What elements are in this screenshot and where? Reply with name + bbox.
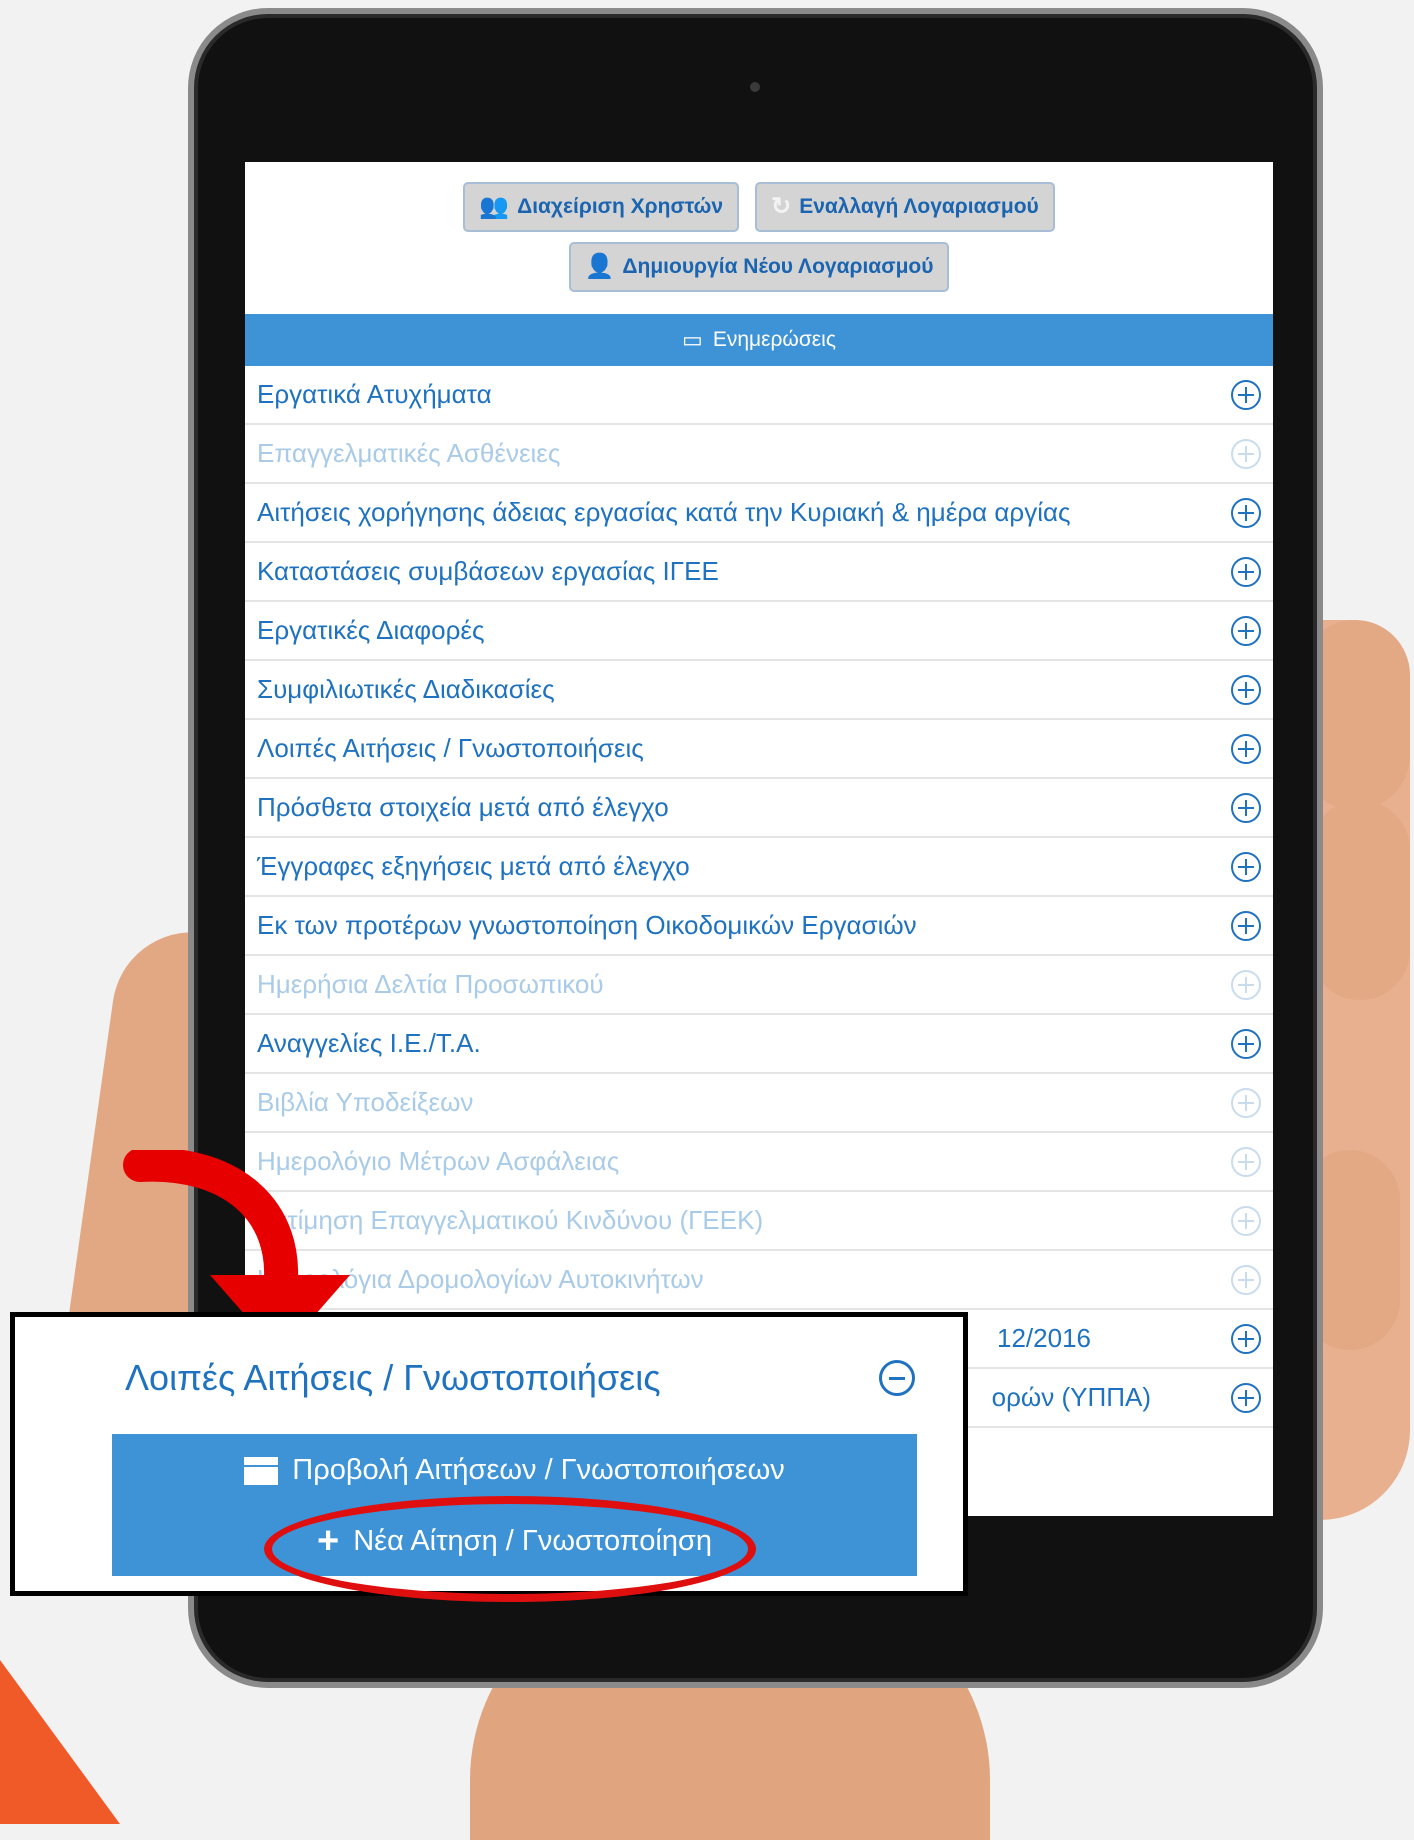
- toolbar-row-2: 👤 Δημιουργία Νέου Λογαριασμού: [245, 242, 1273, 292]
- plus-circle-icon: [1231, 1146, 1261, 1177]
- minus-circle-icon[interactable]: [879, 1360, 915, 1396]
- list-item-label: Συμφιλιωτικές Διαδικασίες: [257, 674, 555, 704]
- list-item-label: Εκ των προτέρων γνωστοποίηση Οικοδομικών…: [257, 910, 917, 940]
- plus-circle-icon[interactable]: [1231, 497, 1261, 528]
- list-item: Ημερήσια Δελτία Προσωπικού: [245, 956, 1273, 1015]
- view-requests-link[interactable]: Προβολή Αιτήσεων / Γνωστοποιήσεων: [112, 1454, 917, 1487]
- list-item[interactable]: Εργατικά Ατυχήματα: [245, 366, 1273, 425]
- list-item[interactable]: Πρόσθετα στοιχεία μετά από έλεγχο: [245, 779, 1273, 838]
- list-item[interactable]: Καταστάσεις συμβάσεων εργασίας ΙΓΕΕ: [245, 543, 1273, 602]
- plus-circle-icon[interactable]: [1231, 556, 1261, 587]
- list-item[interactable]: Εκ των προτέρων γνωστοποίηση Οικοδομικών…: [245, 897, 1273, 956]
- list-item[interactable]: Εργατικές Διαφορές: [245, 602, 1273, 661]
- list-item: Ημερολόγιο Μέτρων Ασφάλειας: [245, 1133, 1273, 1192]
- plus-circle-icon[interactable]: [1231, 910, 1261, 941]
- updates-label: Ενημερώσεις: [712, 328, 836, 351]
- list-item: Βιβλία Υποδείξεων: [245, 1074, 1273, 1133]
- add-user-icon: 👤: [584, 253, 615, 280]
- zoom-section-header[interactable]: Λοιπές Αιτήσεις / Γνωστοποιήσεις: [125, 1357, 915, 1399]
- finger: [1310, 800, 1410, 1000]
- plus-circle-icon[interactable]: [1231, 1028, 1261, 1059]
- user-management-label: Διαχείριση Χρηστών: [517, 195, 724, 218]
- list-item: Επαγγελματικές Ασθένειες: [245, 425, 1273, 484]
- view-requests-label: Προβολή Αιτήσεων / Γνωστοποιήσεων: [292, 1454, 785, 1486]
- updates-banner[interactable]: ▭ Ενημερώσεις: [245, 314, 1273, 366]
- list-item[interactable]: Λοιπές Αιτήσεις / Γνωστοποιήσεις: [245, 720, 1273, 779]
- refresh-icon: ↻: [771, 193, 792, 220]
- highlight-ellipse: [264, 1496, 756, 1602]
- list-item-label: Επαγγελματικές Ασθένειες: [257, 438, 561, 468]
- plus-circle-icon[interactable]: [1231, 1382, 1261, 1413]
- plus-circle-icon[interactable]: [1231, 379, 1261, 410]
- camera-icon: [750, 82, 760, 92]
- list-item[interactable]: Αναγγελίες Ι.Ε./Τ.Α.: [245, 1015, 1273, 1074]
- list-item-label: 12/2016: [997, 1323, 1091, 1353]
- plus-circle-icon: [1231, 969, 1261, 1000]
- list-item-label: Λοιπές Αιτήσεις / Γνωστοποιήσεις: [257, 733, 644, 763]
- orange-corner-shape: [0, 1660, 120, 1824]
- user-management-button[interactable]: 👥 Διαχείριση Χρηστών: [463, 182, 740, 232]
- plus-circle-icon[interactable]: [1231, 1323, 1261, 1354]
- list-item-label: Αναγγελίες Ι.Ε./Τ.Α.: [257, 1028, 481, 1058]
- list-item: Ημερολόγια Δρομολογίων Αυτοκινήτων: [245, 1251, 1273, 1310]
- list-item[interactable]: Έγγραφες εξηγήσεις μετά από έλεγχο: [245, 838, 1273, 897]
- list-item-label: Εργατικές Διαφορές: [257, 615, 485, 645]
- plus-circle-icon[interactable]: [1231, 615, 1261, 646]
- new-account-label: Δημιουργία Νέου Λογαριασμού: [622, 255, 934, 278]
- list-item: Εκτίμηση Επαγγελματικού Κινδύνου (ΓΕΕΚ): [245, 1192, 1273, 1251]
- switch-account-button[interactable]: ↻ Εναλλαγή Λογαριασμού: [755, 182, 1055, 232]
- users-icon: 👥: [479, 193, 510, 220]
- plus-circle-icon[interactable]: [1231, 674, 1261, 705]
- list-item-label: Βιβλία Υποδείξεων: [257, 1087, 474, 1117]
- list-item-label: ορών (ΥΠΠΑ): [991, 1382, 1151, 1412]
- archive-icon: [244, 1456, 279, 1485]
- list-item[interactable]: Συμφιλιωτικές Διαδικασίες: [245, 661, 1273, 720]
- plus-circle-icon: [1231, 1205, 1261, 1236]
- list-item-label: Αιτήσεις χορήγησης άδειας εργασίας κατά …: [257, 497, 1071, 527]
- plus-circle-icon: [1231, 1087, 1261, 1118]
- toolbar-row-1: 👥 Διαχείριση Χρηστών ↻ Εναλλαγή Λογαριασ…: [245, 182, 1273, 232]
- list-item[interactable]: Αιτήσεις χορήγησης άδειας εργασίας κατά …: [245, 484, 1273, 543]
- menu-list: Εργατικά Ατυχήματα Επαγγελματικές Ασθένε…: [245, 366, 1273, 1428]
- plus-circle-icon: [1231, 438, 1261, 469]
- plus-circle-icon[interactable]: [1231, 851, 1261, 882]
- list-item-label: Εργατικά Ατυχήματα: [257, 379, 492, 409]
- new-account-button[interactable]: 👤 Δημιουργία Νέου Λογαριασμού: [568, 242, 950, 292]
- plus-circle-icon: [1231, 1264, 1261, 1295]
- list-item-label: Ημερήσια Δελτία Προσωπικού: [257, 969, 604, 999]
- plus-circle-icon[interactable]: [1231, 733, 1261, 764]
- plus-circle-icon[interactable]: [1231, 792, 1261, 823]
- list-item-label: Πρόσθετα στοιχεία μετά από έλεγχο: [257, 792, 669, 822]
- zoom-section-title: Λοιπές Αιτήσεις / Γνωστοποιήσεις: [125, 1357, 661, 1398]
- list-item-label: Έγγραφες εξηγήσεις μετά από έλεγχο: [257, 851, 690, 881]
- switch-account-label: Εναλλαγή Λογαριασμού: [799, 195, 1039, 218]
- list-item-label: Καταστάσεις συμβάσεων εργασίας ΙΓΕΕ: [257, 556, 719, 586]
- inbox-icon: ▭: [682, 327, 703, 352]
